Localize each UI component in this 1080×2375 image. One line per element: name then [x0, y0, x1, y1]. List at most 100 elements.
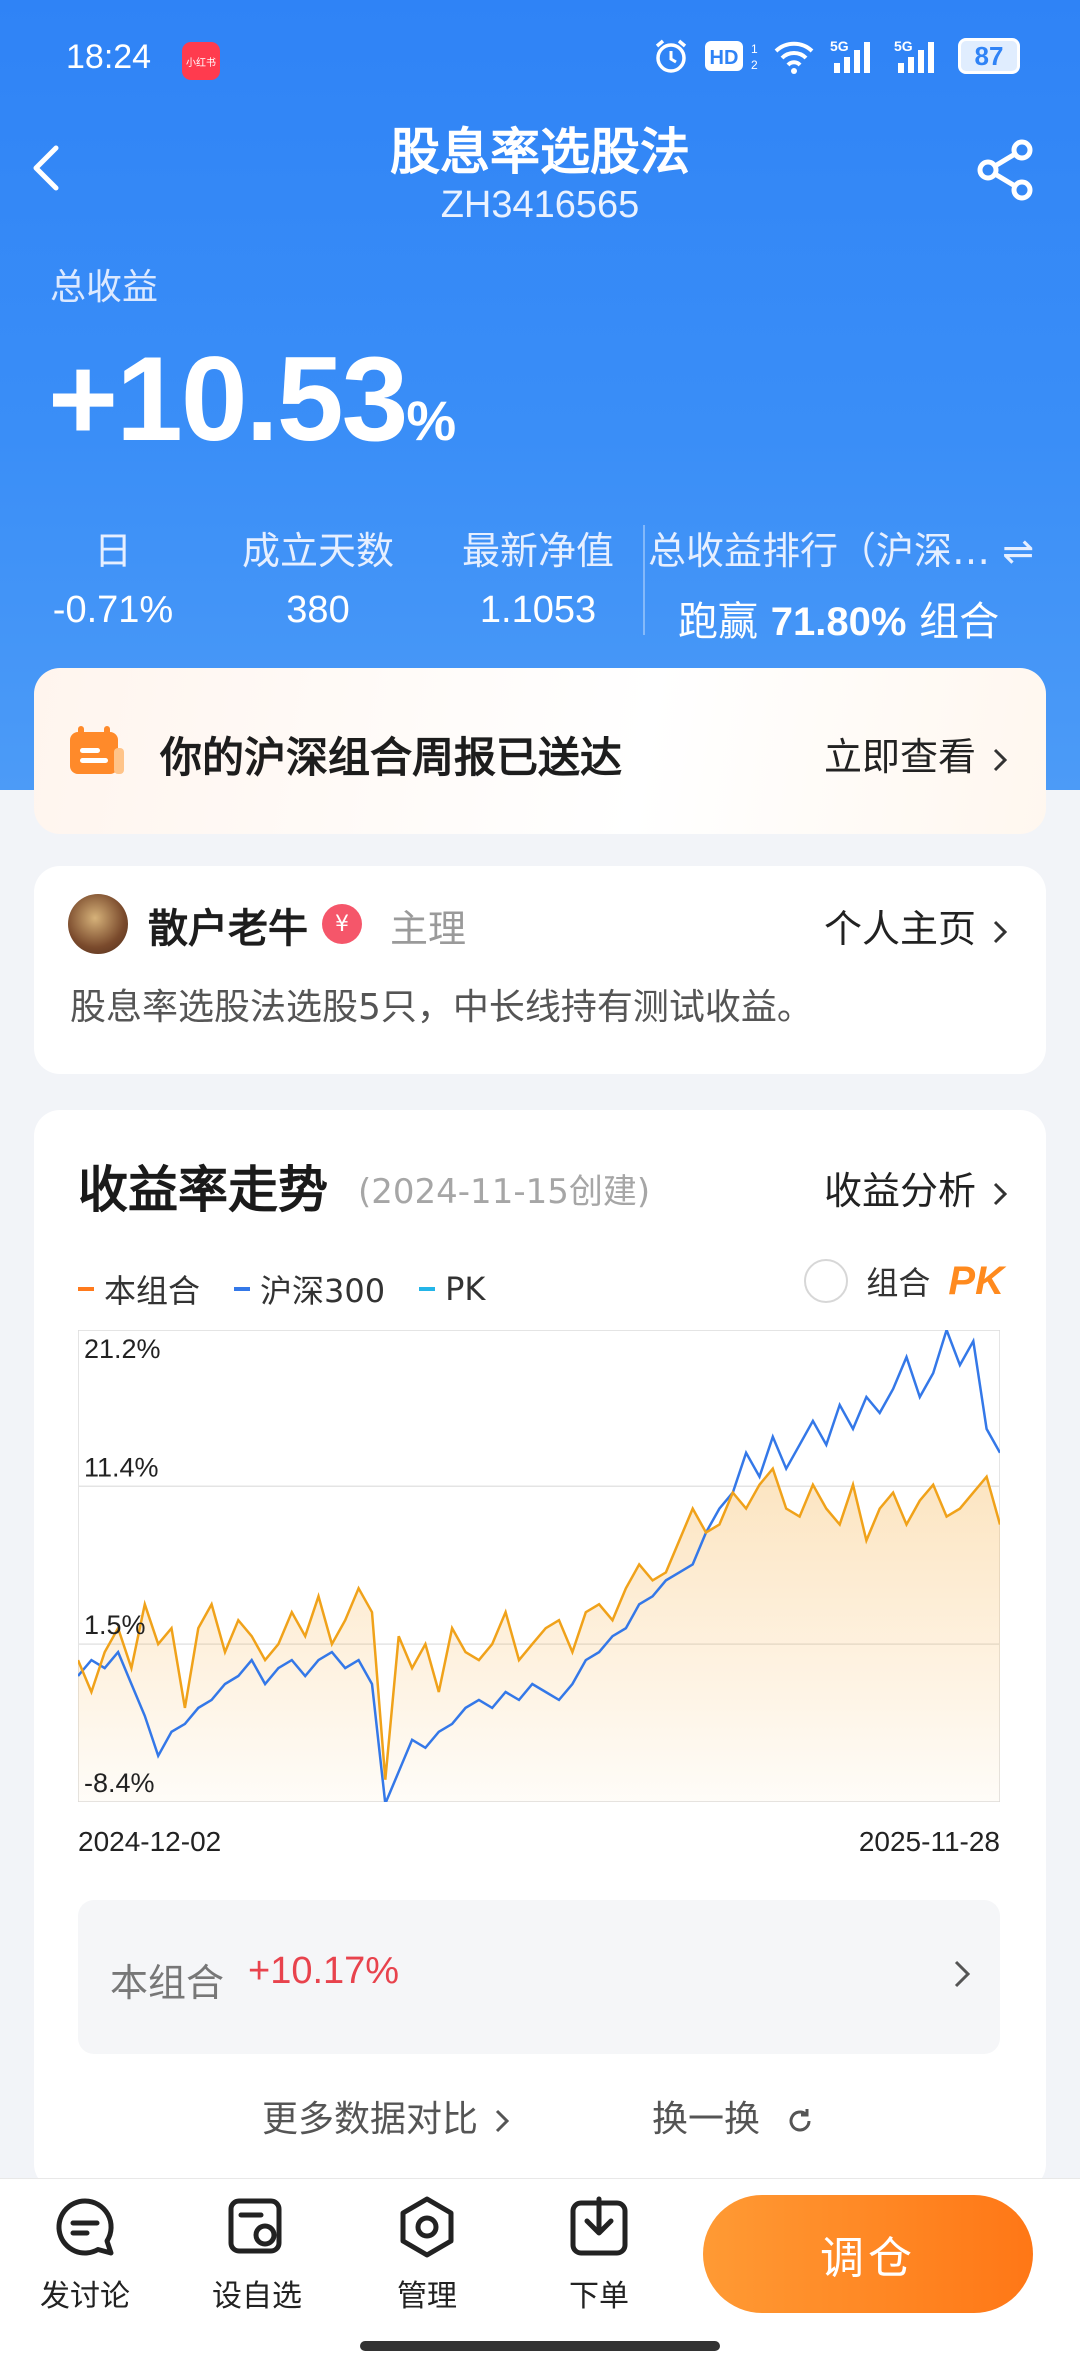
svg-text:5G: 5G: [830, 38, 849, 54]
battery-icon: 87: [958, 38, 1020, 74]
ranking-percent: 71.80%: [770, 600, 907, 644]
more-data-link[interactable]: 更多数据对比: [262, 2090, 512, 2142]
ranking-prefix: 跑赢: [678, 599, 758, 645]
view-now-label: 立即查看: [823, 735, 976, 779]
report-icon: [70, 726, 124, 774]
legend-swatch: [78, 1287, 94, 1291]
pk-label: 组合: [866, 1264, 931, 1302]
portfolio-description: 股息率选股法选股5只，中长线持有测试收益。: [70, 987, 813, 1028]
discussion-icon: [56, 2198, 114, 2256]
chevron-right-icon: [993, 748, 1008, 771]
pk-radio[interactable]: [804, 1259, 849, 1303]
x-label-start: 2024-12-02: [78, 1826, 222, 1857]
tab-label: 发讨论: [40, 2279, 130, 2314]
y-tick-label: -8.4%: [84, 1768, 155, 1798]
bottom-tab-bar: 发讨论 设自选 管理 下单 调仓: [0, 2178, 1080, 2375]
legend-label: 本组合: [104, 1272, 201, 1310]
avatar[interactable]: [68, 894, 128, 954]
status-time: 18:24: [66, 38, 152, 76]
return-chart[interactable]: 21.2% 11.4% 1.5% -8.4%: [78, 1330, 1000, 1802]
svg-text:5G: 5G: [894, 38, 913, 54]
share-icon: [977, 139, 1033, 201]
tab-manage[interactable]: 管理: [362, 2195, 492, 2315]
total-return-label: 总收益: [50, 267, 159, 308]
total-return-unit: %: [406, 389, 457, 452]
author-role: 主理: [390, 907, 467, 951]
chevron-right-icon: [993, 920, 1008, 943]
tab-label: 管理: [397, 2279, 457, 2314]
x-label-end: 2025-11-28: [858, 1826, 1000, 1857]
view-now-link[interactable]: 立即查看: [824, 726, 1010, 781]
settings-icon: [400, 2196, 454, 2258]
more-data-label: 更多数据对比: [262, 2099, 479, 2140]
status-bar: 18:24 小红书 HD 1 2 5G 5G 87: [0, 30, 1080, 94]
author-name[interactable]: 散户老牛: [148, 896, 308, 954]
svg-text:HD: HD: [710, 47, 739, 69]
weekly-report-banner[interactable]: 你的沪深组合周报已送达 立即查看: [34, 668, 1046, 834]
chevron-right-icon: [993, 1182, 1008, 1205]
legend-item: 沪深300: [234, 1266, 385, 1312]
weekly-report-text: 你的沪深组合周报已送达: [160, 733, 623, 782]
legend-swatch: [419, 1287, 436, 1291]
legend-swatch: [234, 1287, 251, 1291]
tab-order[interactable]: 下单: [534, 2195, 664, 2315]
swap-link[interactable]: 换一换: [652, 2090, 815, 2142]
ranking-label-text: 总收益排行（沪深…: [648, 529, 991, 573]
stat-label: 日: [93, 529, 132, 573]
summary-value: +10.17%: [248, 1950, 400, 1992]
ranking-switch[interactable]: 总收益排行（沪深… ⇌ 跑赢 71.80% 组合: [648, 520, 1048, 647]
stat-value: 380: [286, 589, 350, 631]
return-trend-card: 收益率走势 (2024-11-15创建) 收益分析 本组合 沪深300 PK 组…: [34, 1110, 1046, 2190]
tab-label: 设自选: [212, 2279, 302, 2314]
profile-link[interactable]: 个人主页: [824, 898, 1010, 953]
stat-value: 1.1053: [479, 589, 597, 631]
legend-item: 本组合: [78, 1266, 200, 1312]
summary-label: 本组合: [110, 1961, 225, 2005]
legend-label: PK: [445, 1270, 486, 1308]
share-button[interactable]: [972, 136, 1040, 204]
chevron-right-icon: [495, 2109, 510, 2133]
signal-5g-icon: 5G: [894, 36, 944, 76]
stat-daily: 日 -0.71%: [38, 520, 188, 632]
return-analysis-link[interactable]: 收益分析: [824, 1160, 1010, 1215]
order-icon: [570, 2196, 628, 2256]
swap-label: 换一换: [652, 2099, 761, 2140]
ranking-value: 跑赢 71.80% 组合: [648, 589, 1048, 647]
chart-title: 收益率走势: [78, 1161, 328, 1219]
verified-badge-icon: ¥: [322, 904, 362, 944]
tab-watchlist[interactable]: 设自选: [192, 2195, 322, 2315]
return-analysis-label: 收益分析: [823, 1169, 976, 1213]
profile-link-label: 个人主页: [823, 907, 976, 951]
refresh-icon: [790, 2109, 811, 2132]
tab-label: 下单: [569, 2279, 629, 2314]
alarm-icon: [652, 36, 690, 76]
ranking-label: 总收益排行（沪深… ⇌: [648, 520, 1048, 575]
created-date: (2024-11-15创建): [358, 1172, 651, 1212]
pk-toggle[interactable]: 组合 PK: [804, 1258, 1004, 1304]
tab-discussion[interactable]: 发讨论: [20, 2195, 150, 2315]
total-return-number: +10.53: [48, 332, 408, 466]
chevron-right-icon: [954, 1960, 971, 1988]
total-return-value: +10.53%: [48, 330, 456, 468]
stat-nav: 最新净值 1.1053: [448, 520, 628, 632]
swap-icon: ⇌: [1002, 529, 1034, 573]
y-tick-label: 1.5%: [84, 1610, 146, 1640]
home-indicator: [360, 2341, 720, 2351]
portfolio-summary-row[interactable]: 本组合 +10.17%: [78, 1900, 1000, 2054]
y-tick-label: 11.4%: [84, 1452, 159, 1482]
legend-item: PK: [419, 1266, 485, 1312]
app-notification-icon: 小红书: [182, 42, 220, 80]
svg-text:1: 1: [751, 42, 758, 56]
stat-days: 成立天数 380: [228, 520, 408, 632]
stat-label: 成立天数: [241, 529, 394, 573]
signal-5g-icon: 5G: [830, 36, 880, 76]
watchlist-icon: [228, 2198, 282, 2254]
chart-legend: 本组合 沪深300 PK: [78, 1266, 485, 1312]
pk-badge: PK: [948, 1258, 1004, 1303]
page-title: 股息率选股法: [390, 123, 690, 181]
wifi-icon: [772, 36, 816, 76]
svg-text:2: 2: [751, 58, 758, 72]
stat-divider: [643, 525, 645, 635]
stat-value: -0.71%: [52, 589, 174, 631]
rebalance-button[interactable]: 调仓: [703, 2195, 1033, 2313]
